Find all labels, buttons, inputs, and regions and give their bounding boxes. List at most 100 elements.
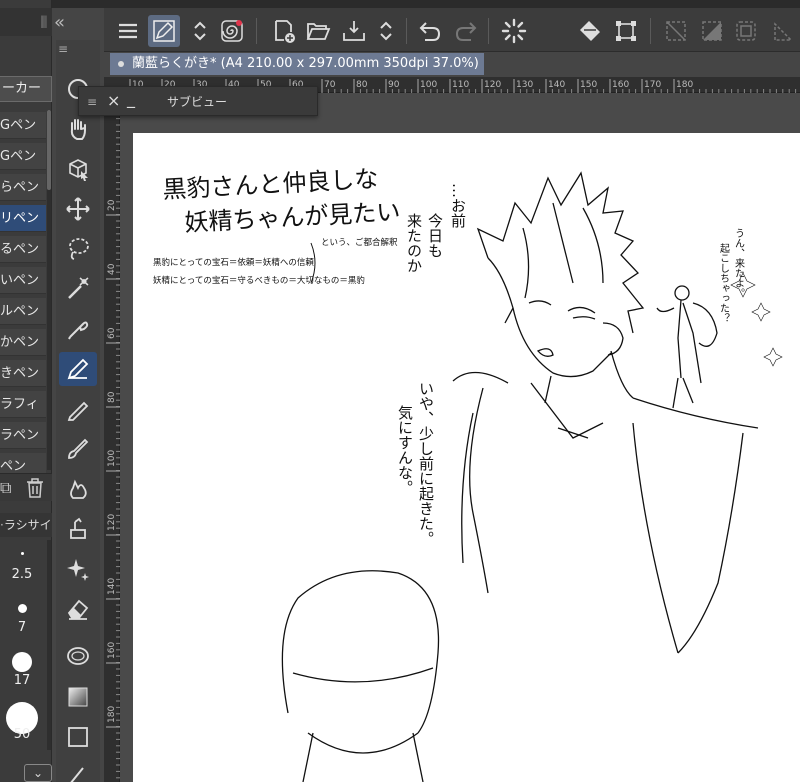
sub-tool-item[interactable]: ルペン xyxy=(0,298,46,325)
brush-size-value[interactable]: 50 xyxy=(0,727,44,742)
crop-icon[interactable] xyxy=(768,15,800,47)
brush-icon[interactable] xyxy=(59,432,97,466)
pencil-icon[interactable] xyxy=(59,392,97,426)
ruler-tick-label: 70 xyxy=(324,80,336,90)
sub-tool-item[interactable]: らペン xyxy=(0,174,46,201)
brush-size-panel-header: ·ラシサイ xyxy=(0,513,52,537)
trash-icon[interactable] xyxy=(26,478,44,502)
deselect-icon[interactable] xyxy=(660,15,692,47)
hand-icon[interactable] xyxy=(59,112,97,146)
brush-size-preview[interactable] xyxy=(12,652,32,672)
quick-access-icon[interactable] xyxy=(148,15,180,47)
document-title: 蘭藍らくがき* (A4 210.00 x 297.00mm 350dpi 37.… xyxy=(132,56,479,71)
sub-view-panel[interactable]: ≡ × _ サブビュー xyxy=(78,86,318,116)
sub-tool-item[interactable]: Gペン xyxy=(0,112,46,139)
character-sketch xyxy=(281,171,783,782)
gradient-icon[interactable] xyxy=(59,680,97,714)
ruler-tick-label: 20 xyxy=(107,199,117,211)
grip-icon[interactable]: ≡ xyxy=(87,95,97,109)
svg-text:気にすんな。: 気にすんな。 xyxy=(396,405,414,495)
ruler-tick-label: 140 xyxy=(548,80,565,90)
panel-grip-icon[interactable]: ‖ xyxy=(42,14,48,28)
svg-text:起こしちゃった？: 起こしちゃった？ xyxy=(718,243,730,323)
vertical-ruler[interactable]: 20 40 60 80 100 120 140 160 180 xyxy=(104,92,120,782)
svg-text:いや、少し前に起きた。: いや、少し前に起きた。 xyxy=(417,381,435,546)
document-tab[interactable]: 蘭藍らくがき* (A4 210.00 x 297.00mm 350dpi 37.… xyxy=(110,53,484,75)
expand-button[interactable]: ⌄ xyxy=(24,764,52,782)
sub-tool-item[interactable]: きペン xyxy=(0,360,46,387)
clip-studio-window: ‖ ーカー Gペン Gペン らペン リペン るペン いペン ルペン かペン きペン ラフィ ラペンペ… xyxy=(0,0,800,782)
sparkle-icon[interactable] xyxy=(59,552,97,586)
speech-bubble-c: うん、来たよ。 起こしちゃった？ xyxy=(718,228,745,323)
lasso-icon[interactable] xyxy=(59,232,97,266)
brush-size-value[interactable]: 17 xyxy=(0,673,44,688)
fill-icon[interactable] xyxy=(574,15,606,47)
pen-icon[interactable] xyxy=(59,352,97,386)
toolbar-menu-icon[interactable]: ≡ xyxy=(58,42,68,56)
ruler-tick-label: 80 xyxy=(107,391,117,403)
move-icon[interactable] xyxy=(59,192,97,226)
duplicate-icon[interactable]: ⧉ xyxy=(0,478,11,498)
sketch-drawing: 黒豹さんと仲良しな 妖精ちゃんが見たい 黒豹にとっての宝石＝依頼＝妖精への信頼 … xyxy=(153,165,783,782)
line-icon[interactable] xyxy=(59,756,97,782)
sub-tool-item[interactable]: ラペン xyxy=(0,422,46,449)
brush-size-preview[interactable] xyxy=(17,604,27,613)
magic-wand-icon[interactable] xyxy=(59,272,97,306)
sub-tool-scrollbar[interactable] xyxy=(47,110,51,470)
sketch-title-line2: 妖精ちゃんが見たい xyxy=(184,198,401,237)
lasso-fill-icon[interactable] xyxy=(59,640,97,674)
ruler-tick-label: 100 xyxy=(107,450,117,467)
blend-icon[interactable] xyxy=(59,512,97,546)
sub-tool-item[interactable]: Gペン xyxy=(0,143,46,170)
brush-size-scrollbar[interactable] xyxy=(47,540,51,750)
eyedropper-icon[interactable] xyxy=(59,312,97,346)
brush-size-value[interactable]: 2.5 xyxy=(0,567,44,582)
close-icon[interactable]: × xyxy=(107,91,120,110)
sketch-note-aside: という、ご都合解釈 xyxy=(321,237,398,248)
sub-tool-group-tab[interactable]: ーカー xyxy=(0,76,52,102)
undo-icon[interactable] xyxy=(414,15,446,47)
sub-tool-item[interactable]: るペン xyxy=(0,236,46,263)
menu-icon[interactable] xyxy=(112,15,144,47)
brush-size-value[interactable]: 7 xyxy=(0,620,44,635)
ruler-tick-label: 60 xyxy=(107,327,117,339)
loading-icon[interactable] xyxy=(498,15,530,47)
minimize-icon[interactable]: _ xyxy=(127,89,135,108)
brush-size-preview[interactable] xyxy=(20,552,24,555)
speech-bubble-a: …お前 今日も 来たのか xyxy=(405,183,467,273)
up-down-icon[interactable] xyxy=(184,15,216,47)
rectangle-icon[interactable] xyxy=(59,720,97,754)
new-icon[interactable] xyxy=(268,15,300,47)
ruler-tick-label: 140 xyxy=(107,578,117,595)
ruler-tick-label: 100 xyxy=(420,80,437,90)
redo-icon[interactable] xyxy=(450,15,482,47)
sub-view-title: サブビュー xyxy=(167,95,228,109)
3d-cursor-icon[interactable] xyxy=(59,152,97,186)
canvas-paper[interactable]: 黒豹さんと仲良しな 妖精ちゃんが見たい 黒豹にとっての宝石＝依頼＝妖精への信頼 … xyxy=(133,133,800,782)
sub-tool-item[interactable]: いペン xyxy=(0,267,46,294)
ruler-tick-label: 160 xyxy=(107,642,117,659)
collapse-panel-icon[interactable]: « xyxy=(54,12,65,33)
ruler-tick-label: 80 xyxy=(356,80,368,90)
ruler-tick-label: 180 xyxy=(107,706,117,723)
airbrush-icon[interactable] xyxy=(59,472,97,506)
ruler-tick-label: 180 xyxy=(676,80,693,90)
canvas-area[interactable]: 黒豹さんと仲良しな 妖精ちゃんが見たい 黒豹にとっての宝石＝依頼＝妖精への信頼 … xyxy=(120,93,800,782)
sub-tool-item[interactable]: ラフィ xyxy=(0,391,46,418)
eraser-icon[interactable] xyxy=(59,592,97,626)
save-icon[interactable] xyxy=(338,15,370,47)
sub-tool-item[interactable]: リペン xyxy=(0,205,46,232)
invert-selection-icon[interactable] xyxy=(696,15,728,47)
border-icon[interactable] xyxy=(730,15,762,47)
ruler-tick-label: 120 xyxy=(484,80,501,90)
sub-tool-item[interactable]: かペン xyxy=(0,329,46,356)
spiral-icon[interactable] xyxy=(216,15,248,47)
transform-icon[interactable] xyxy=(610,15,642,47)
unsaved-dot-icon xyxy=(118,60,124,67)
open-icon[interactable] xyxy=(302,15,334,47)
vertical-ruler-ticks: 20 40 60 80 100 120 140 160 180 xyxy=(106,92,120,779)
sketch-title-line1: 黒豹さんと仲良しな xyxy=(162,165,379,204)
brush-size-title: ラシサイ xyxy=(3,518,52,532)
up-down-icon[interactable] xyxy=(370,15,402,47)
svg-text:…お前: …お前 xyxy=(449,183,467,229)
